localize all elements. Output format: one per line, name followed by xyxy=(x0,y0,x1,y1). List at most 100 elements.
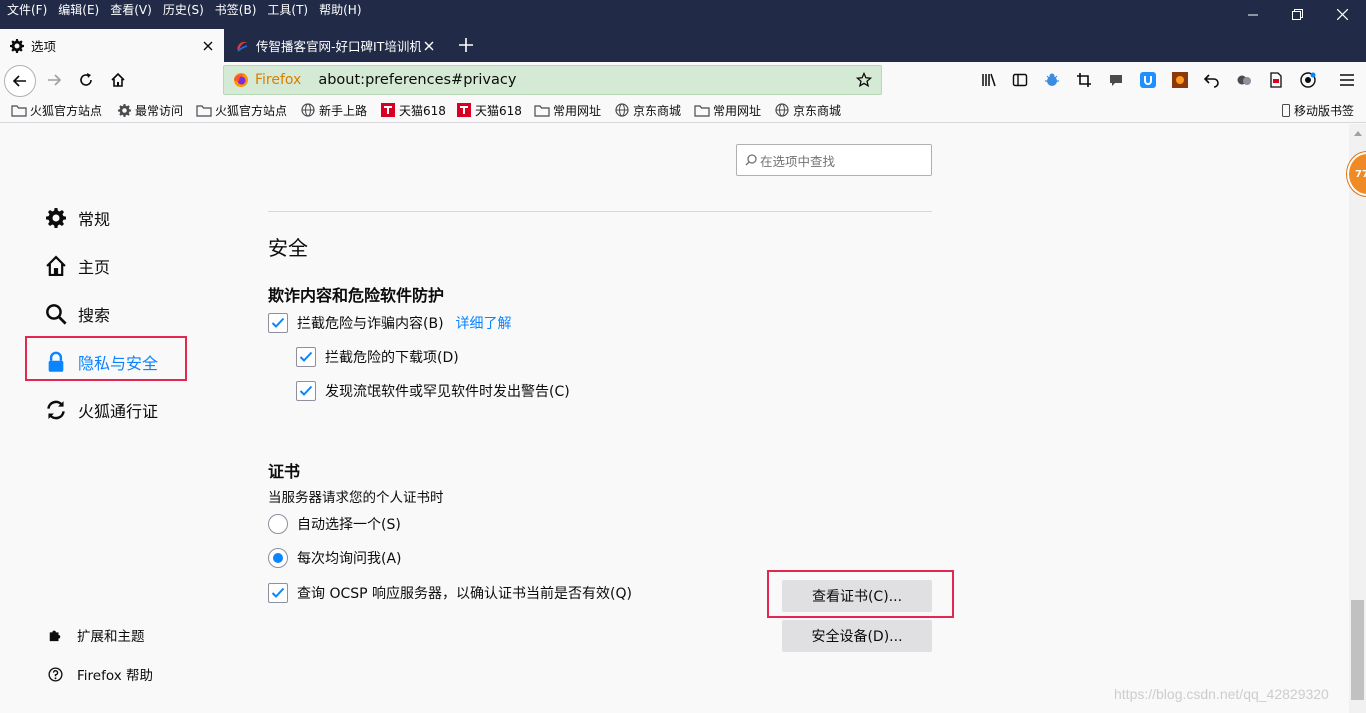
auto-select-option: 自动选择一个(S) xyxy=(268,514,401,534)
block-dangerous-checkbox[interactable] xyxy=(268,313,288,333)
menu-edit[interactable]: 编辑(E) xyxy=(58,1,99,19)
minimize-icon xyxy=(1247,14,1258,16)
extensions-themes-link[interactable]: 扩展和主题 xyxy=(47,626,145,645)
puzzle-icon xyxy=(47,627,63,643)
back-button[interactable] xyxy=(4,65,36,97)
extension-1-button[interactable] xyxy=(1043,71,1061,89)
firefox-help-link[interactable]: Firefox 帮助 xyxy=(47,665,153,684)
screenshot-button[interactable] xyxy=(1075,71,1093,89)
bookmark-star-button[interactable] xyxy=(852,68,876,92)
reload-button[interactable] xyxy=(72,66,100,94)
home-icon xyxy=(111,72,125,87)
bookmark-label: 火狐官方站点 xyxy=(215,103,288,118)
auto-select-radio[interactable] xyxy=(268,514,288,534)
bookmark-label: 京东商城 xyxy=(793,103,842,118)
folder-icon xyxy=(694,103,710,117)
category-firefox-account[interactable]: 火狐通行证 xyxy=(44,398,158,422)
url-text[interactable]: about:preferences#privacy xyxy=(318,72,852,88)
bookmark-item[interactable]: 火狐官方站点 xyxy=(11,101,102,119)
auto-select-label[interactable]: 自动选择一个(S) xyxy=(297,514,401,534)
bookmark-item[interactable]: 天猫618 xyxy=(456,101,522,119)
scroll-up-button[interactable] xyxy=(1349,124,1366,141)
block-dangerous-label[interactable]: 拦截危险与诈骗内容(B) xyxy=(297,313,444,333)
home-button[interactable] xyxy=(104,66,132,94)
hamburger-icon xyxy=(1340,74,1354,86)
menu-view[interactable]: 查看(V) xyxy=(110,1,152,19)
menu-history[interactable]: 历史(S) xyxy=(163,1,204,19)
tab-close-button[interactable] xyxy=(200,38,216,54)
scrollbar-thumb[interactable] xyxy=(1351,600,1364,700)
tab-close-button[interactable] xyxy=(421,38,437,54)
bookmark-item[interactable]: 常用网址 xyxy=(694,101,761,119)
mobile-bookmarks-item[interactable]: 移动版书签 xyxy=(1281,101,1354,119)
identity-label: Firefox xyxy=(255,72,302,88)
warn-unwanted-checkbox[interactable] xyxy=(296,381,316,401)
title-bar: 文件(F) 编辑(E) 查看(V) 历史(S) 书签(B) 工具(T) 帮助(H… xyxy=(0,0,1366,29)
block-downloads-label[interactable]: 拦截危险的下载项(D) xyxy=(325,347,459,367)
bookmark-item[interactable]: 火狐官方站点 xyxy=(196,101,287,119)
folder-icon xyxy=(11,103,27,117)
u-extension-button[interactable] xyxy=(1139,71,1157,89)
hamburger-menu-button[interactable] xyxy=(1338,71,1356,89)
library-button[interactable] xyxy=(980,71,998,89)
library-icon xyxy=(982,73,996,87)
bookmark-label: 最常访问 xyxy=(135,103,184,118)
mask-extension-button[interactable] xyxy=(1235,71,1253,89)
gear-icon xyxy=(9,38,25,54)
preferences-search-input[interactable]: 在选项中查找 xyxy=(736,144,932,176)
plus-icon xyxy=(459,37,473,52)
category-search[interactable]: 搜索 xyxy=(44,302,110,326)
ask-every-time-label[interactable]: 每次均询问我(A) xyxy=(297,548,402,568)
learn-more-link[interactable]: 详细了解 xyxy=(456,313,512,333)
block-downloads-checkbox[interactable] xyxy=(296,347,316,367)
bookmark-item[interactable]: 京东商城 xyxy=(614,101,681,119)
block-dangerous-option: 拦截危险与诈骗内容(B) 详细了解 xyxy=(268,313,512,333)
tab-title: 选项 xyxy=(31,39,57,54)
ask-every-time-radio[interactable] xyxy=(268,548,288,568)
bug-icon xyxy=(1045,73,1059,86)
gear-icon xyxy=(44,206,68,230)
firefox-logo-icon xyxy=(233,72,249,88)
certificates-title: 证书 xyxy=(268,462,301,481)
menu-file[interactable]: 文件(F) xyxy=(7,1,47,19)
annotation-highlight-box xyxy=(25,336,187,381)
annotation-highlight-box xyxy=(767,570,954,618)
undo-close-button[interactable] xyxy=(1203,71,1221,89)
sidebar-button[interactable] xyxy=(1011,71,1029,89)
security-devices-button[interactable]: 安全设备(D)... xyxy=(782,620,932,652)
restore-button[interactable] xyxy=(1275,0,1319,29)
search-icon xyxy=(44,302,68,326)
warn-unwanted-label[interactable]: 发现流氓软件或罕见软件时发出警告(C) xyxy=(325,381,570,401)
account-extension-button[interactable] xyxy=(1299,71,1317,89)
menu-bookmarks[interactable]: 书签(B) xyxy=(215,1,257,19)
bookmark-item[interactable]: 新手上路 xyxy=(300,101,367,119)
category-label: 主页 xyxy=(78,258,111,277)
minimize-button[interactable] xyxy=(1231,0,1275,29)
tab-site[interactable]: 传智播客官网-好口碑IT培训机 xyxy=(225,29,445,62)
ocsp-checkbox[interactable] xyxy=(268,583,288,603)
bookmark-item[interactable]: 常用网址 xyxy=(534,101,601,119)
bookmark-item[interactable]: 天猫618 xyxy=(380,101,446,119)
close-icon xyxy=(424,41,434,50)
search-icon xyxy=(745,154,757,166)
bookmark-label: 常用网址 xyxy=(713,103,762,118)
nav-bar: Firefox about:preferences#privacy xyxy=(0,62,1366,98)
menu-help[interactable]: 帮助(H) xyxy=(319,1,361,19)
url-bar[interactable]: Firefox about:preferences#privacy xyxy=(223,65,882,95)
bookmark-label: 常用网址 xyxy=(553,103,602,118)
reader-extension-button[interactable] xyxy=(1267,71,1285,89)
tab-options[interactable]: 选项 xyxy=(0,29,224,62)
category-home[interactable]: 主页 xyxy=(44,254,110,278)
chat-extension-button[interactable] xyxy=(1107,71,1125,89)
ocsp-label[interactable]: 查询 OCSP 响应服务器，以确认证书当前是否有效(Q) xyxy=(297,583,632,603)
footer-link-label: Firefox 帮助 xyxy=(77,668,153,684)
orange-extension-button[interactable] xyxy=(1171,71,1189,89)
close-window-button[interactable] xyxy=(1320,0,1364,29)
bookmark-item[interactable]: 最常访问 xyxy=(116,101,183,119)
bookmark-item[interactable]: 京东商城 xyxy=(774,101,841,119)
category-general[interactable]: 常规 xyxy=(44,206,110,230)
forward-button[interactable] xyxy=(40,66,68,94)
new-tab-button[interactable] xyxy=(452,29,480,60)
home-icon xyxy=(44,254,68,278)
menu-tools[interactable]: 工具(T) xyxy=(267,1,308,19)
